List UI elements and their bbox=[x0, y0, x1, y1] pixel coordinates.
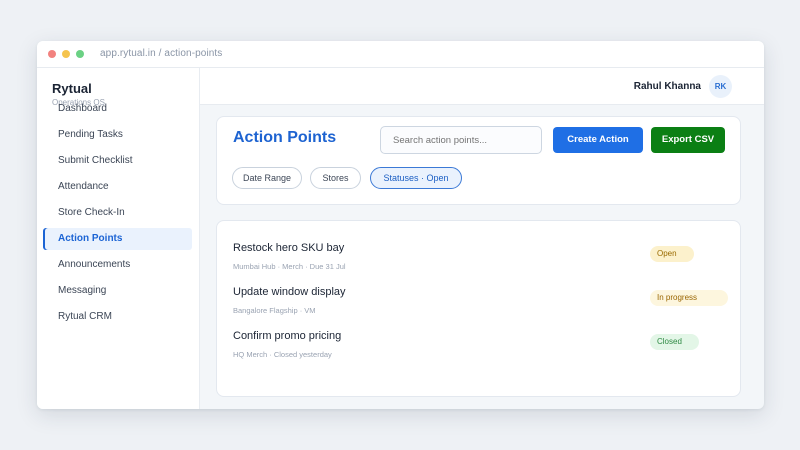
maximize-window-icon[interactable] bbox=[76, 50, 84, 58]
export-csv-button[interactable]: Export CSV bbox=[651, 127, 725, 153]
stores-filter[interactable]: Stores bbox=[310, 167, 361, 189]
sidebar-item-pending-tasks[interactable]: Pending Tasks bbox=[43, 124, 192, 146]
sidebar-item-rytual-crm[interactable]: Rytual CRM bbox=[43, 306, 192, 328]
action-point-title[interactable]: Confirm promo pricing bbox=[233, 330, 341, 342]
avatar[interactable]: RK bbox=[709, 75, 732, 98]
status-badge: Closed bbox=[650, 334, 699, 350]
status-badge: Open bbox=[650, 246, 694, 262]
sidebar-item-submit-checklist[interactable]: Submit Checklist bbox=[43, 150, 192, 172]
date-range-filter[interactable]: Date Range bbox=[232, 167, 302, 189]
user-name: Rahul Khanna bbox=[633, 81, 701, 92]
action-point-title[interactable]: Update window display bbox=[233, 286, 346, 298]
top-bar: Rahul Khanna RK bbox=[200, 68, 764, 105]
action-point-meta: Mumbai Hub · Merch · Due 31 Jul bbox=[233, 262, 346, 271]
sidebar-item-store-check-in[interactable]: Store Check-In bbox=[43, 202, 192, 224]
statuses-filter[interactable]: Statuses · Open bbox=[370, 167, 462, 189]
sidebar-item-attendance[interactable]: Attendance bbox=[43, 176, 192, 198]
search-input[interactable] bbox=[380, 126, 542, 154]
address-bar[interactable]: app.rytual.in / action-points bbox=[100, 48, 222, 59]
action-point-meta: HQ Merch · Closed yesterday bbox=[233, 350, 332, 359]
brand-name: Rytual bbox=[52, 81, 92, 96]
minimize-window-icon[interactable] bbox=[62, 50, 70, 58]
sidebar: Rytual Operations OS Dashboard Pending T… bbox=[37, 68, 200, 409]
close-window-icon[interactable] bbox=[48, 50, 56, 58]
app-window: app.rytual.in / action-points Rytual Ope… bbox=[37, 41, 764, 409]
sidebar-item-announcements[interactable]: Announcements bbox=[43, 254, 192, 276]
action-points-list: Restock hero SKU bay Mumbai Hub · Merch … bbox=[216, 220, 741, 397]
page-title: Action Points bbox=[233, 129, 337, 146]
action-point-meta: Bangalore Flagship · VM bbox=[233, 306, 316, 315]
header-card: Action Points Create Action Export CSV D… bbox=[216, 116, 741, 205]
create-action-button[interactable]: Create Action bbox=[553, 127, 643, 153]
sidebar-item-messaging[interactable]: Messaging bbox=[43, 280, 192, 302]
status-badge: In progress bbox=[650, 290, 728, 306]
action-point-title[interactable]: Restock hero SKU bay bbox=[233, 242, 344, 254]
sidebar-item-dashboard[interactable]: Dashboard bbox=[43, 98, 192, 120]
title-bar: app.rytual.in / action-points bbox=[37, 41, 764, 68]
sidebar-item-action-points[interactable]: Action Points bbox=[43, 228, 192, 250]
